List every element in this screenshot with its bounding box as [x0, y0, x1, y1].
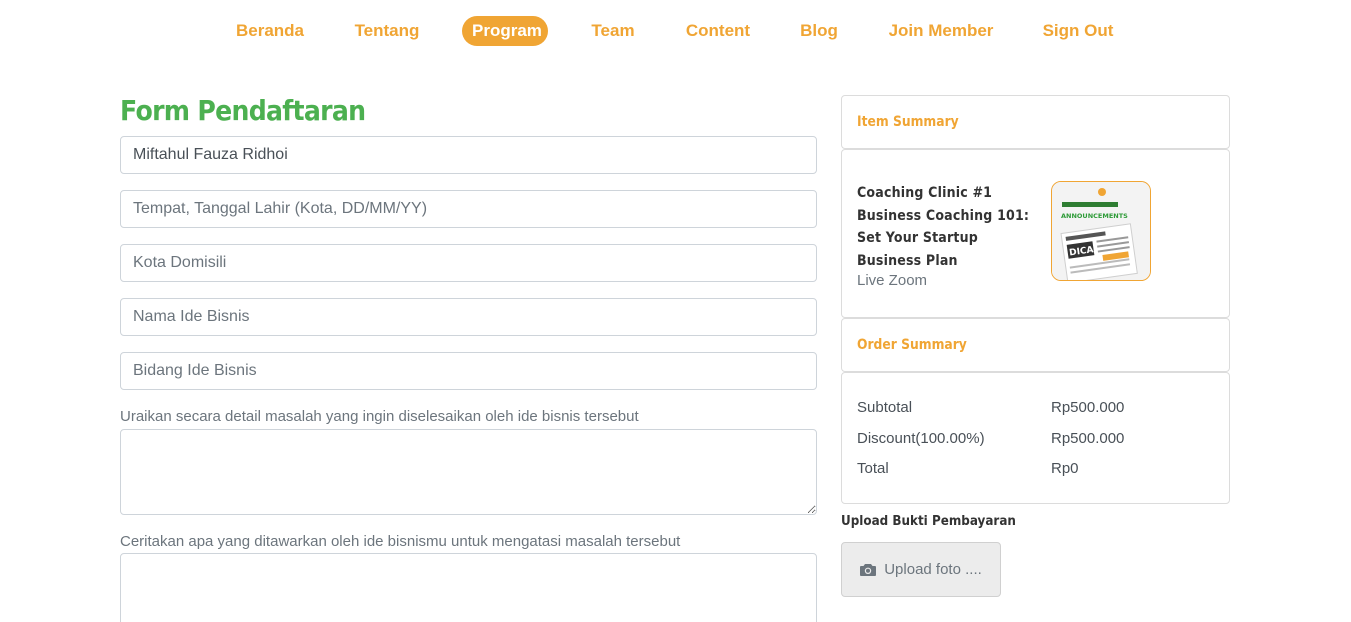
top-navigation: Beranda Tentang Program Team Content Blo…: [0, 16, 1351, 46]
solution-label: Ceritakan apa yang ditawarkan oleh ide b…: [120, 533, 681, 550]
thumb-banner-text: ANNOUNCEMENTS: [1061, 212, 1128, 220]
order-summary-card: Subtotal Rp500.000 Discount(100.00%) Rp5…: [841, 372, 1230, 504]
item-subtitle: Live Zoom: [857, 272, 928, 289]
camera-icon: [860, 564, 877, 576]
birth-place-date-field[interactable]: [120, 190, 817, 228]
city-field[interactable]: [120, 244, 817, 282]
item-summary-header: Item Summary: [841, 95, 1230, 149]
nav-beranda[interactable]: Beranda: [232, 16, 308, 46]
upload-button-label: Upload foto ....: [884, 561, 982, 578]
order-summary-heading: Order Summary: [857, 337, 967, 353]
nav-program[interactable]: Program: [462, 16, 548, 46]
announcement-image: ANNOUNCEMENTS DICARI: [1052, 182, 1150, 280]
subtotal-label: Subtotal: [857, 399, 913, 416]
business-idea-name-field[interactable]: [120, 298, 817, 336]
problem-label: Uraikan secara detail masalah yang ingin…: [120, 408, 639, 425]
order-summary-header: Order Summary: [841, 318, 1230, 372]
nav-content[interactable]: Content: [682, 16, 754, 46]
form-title: Form Pendaftaran: [120, 94, 366, 127]
nav-team[interactable]: Team: [586, 16, 640, 46]
item-summary-heading: Item Summary: [857, 114, 959, 130]
problem-textarea[interactable]: [120, 429, 817, 515]
total-label: Total: [857, 460, 889, 477]
nav-sign-out[interactable]: Sign Out: [1039, 16, 1117, 46]
nav-tentang[interactable]: Tentang: [350, 16, 424, 46]
solution-textarea[interactable]: [120, 553, 817, 622]
nav-join-member[interactable]: Join Member: [884, 16, 998, 46]
subtotal-value: Rp500.000: [1051, 399, 1125, 416]
item-thumbnail: ANNOUNCEMENTS DICARI: [1051, 181, 1151, 281]
upload-title: Upload Bukti Pembayaran: [841, 514, 1016, 529]
item-summary-card: Coaching Clinic #1 Business Coaching 101…: [841, 149, 1230, 318]
nav-blog[interactable]: Blog: [797, 16, 841, 46]
business-idea-field-field[interactable]: [120, 352, 817, 390]
total-value: Rp0: [1051, 460, 1079, 477]
item-title: Coaching Clinic #1 Business Coaching 101…: [857, 185, 1030, 269]
upload-photo-button[interactable]: Upload foto ....: [841, 542, 1001, 597]
name-field[interactable]: [120, 136, 817, 174]
discount-label: Discount(100.00%): [857, 430, 985, 447]
discount-value: Rp500.000: [1051, 430, 1125, 447]
